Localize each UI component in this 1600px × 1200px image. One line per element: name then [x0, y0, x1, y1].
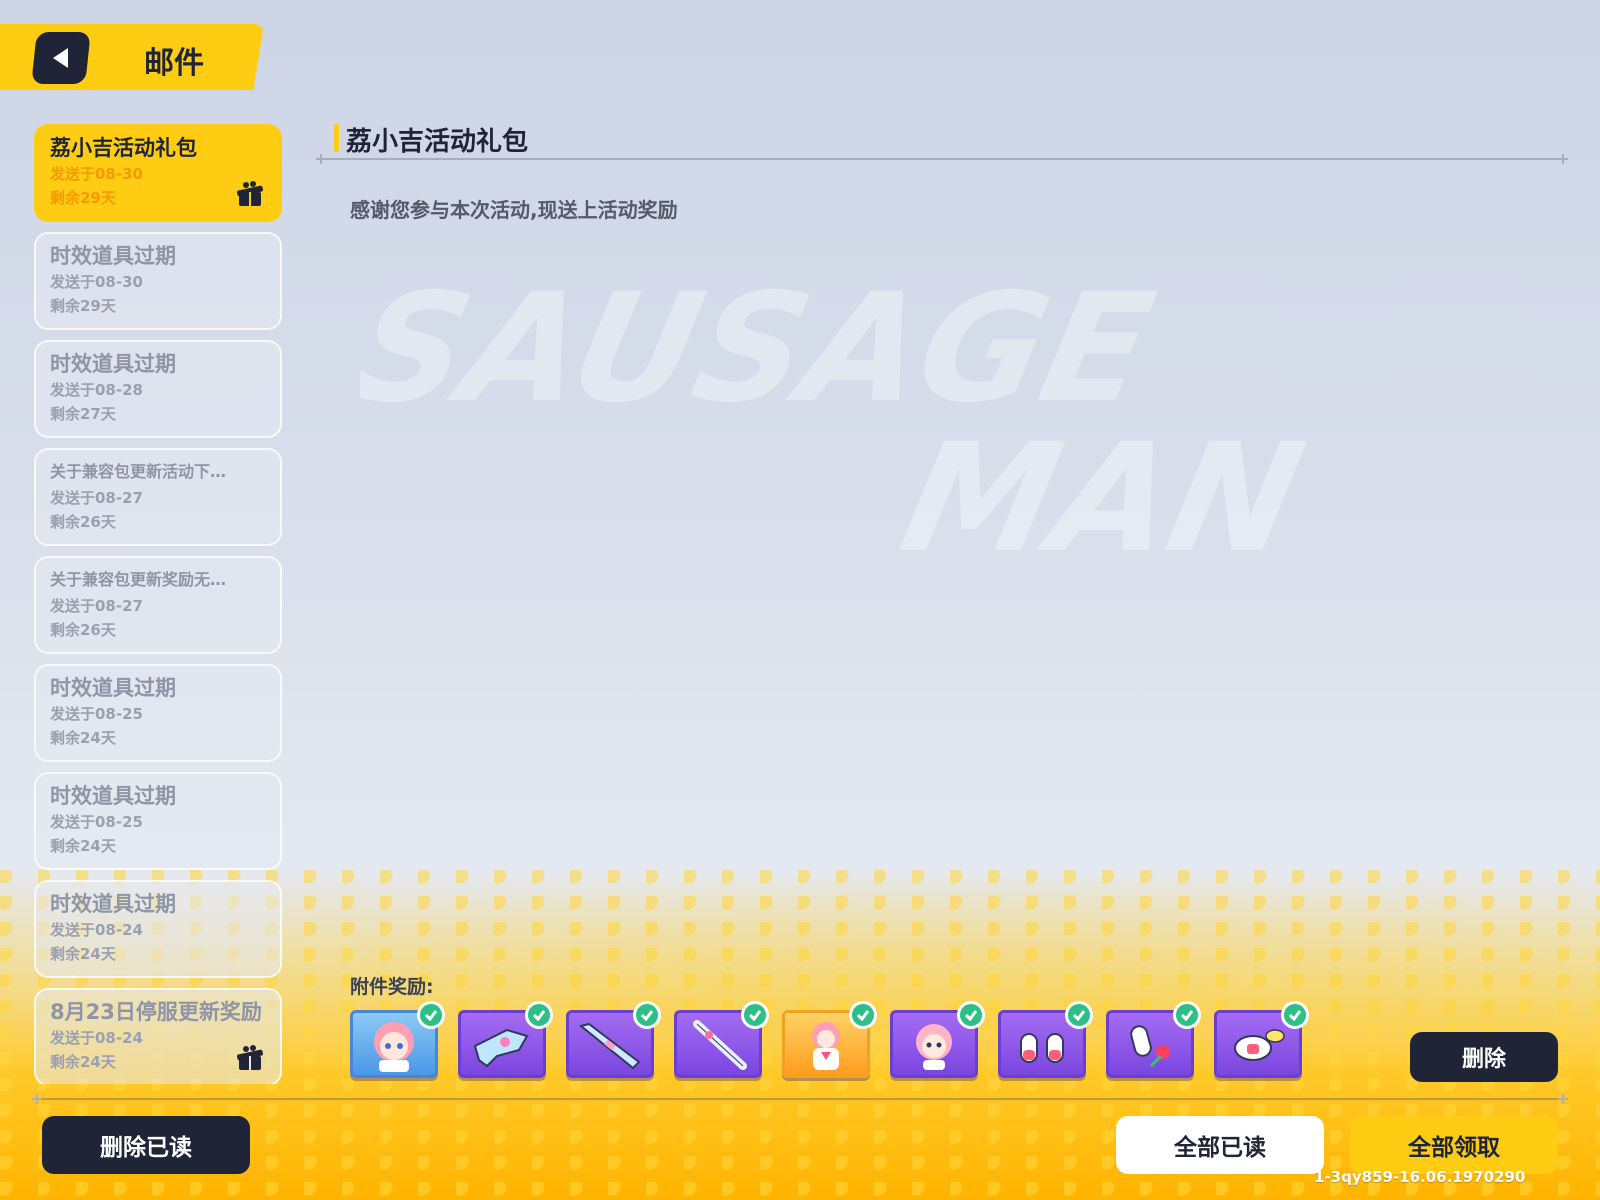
- mail-list[interactable]: 荔小吉活动礼包 发送于08-30 剩余29天 时效道具过期 发送于08-30 剩…: [34, 124, 284, 1084]
- page-title: 邮件: [144, 46, 204, 81]
- back-button[interactable]: [31, 32, 91, 84]
- attachments-label: 附件奖励:: [350, 976, 434, 998]
- mail-item-sent-date: 发送于08-30: [50, 165, 143, 183]
- reward-item[interactable]: [1214, 1001, 1309, 1078]
- mail-item-sent-date: 发送于08-30: [50, 273, 143, 291]
- reward-item[interactable]: [458, 1001, 553, 1078]
- bottom-divider-plus-right: [1558, 1094, 1568, 1104]
- mail-item-sent-date: 发送于08-24: [50, 921, 143, 939]
- baseball-bat-icon: [681, 1017, 755, 1071]
- claimed-check-icon: [957, 1001, 985, 1029]
- claimed-check-icon: [1281, 1001, 1309, 1029]
- rifle-icon: [573, 1017, 647, 1071]
- sausage-rose-icon: [1113, 1017, 1187, 1071]
- character-skin-icon: [789, 1017, 863, 1071]
- emote-sticker-icon: [897, 1017, 971, 1071]
- mail-item-remaining: 剩余26天: [50, 621, 116, 639]
- reward-item[interactable]: [566, 1001, 661, 1078]
- sausage-emote-icon: [1005, 1017, 1079, 1071]
- reward-item[interactable]: [998, 1001, 1093, 1078]
- mail-item-remaining: 剩余24天: [50, 945, 116, 963]
- delete-read-button[interactable]: 删除已读: [42, 1116, 250, 1174]
- mail-item-sent-date: 发送于08-25: [50, 705, 143, 723]
- mail-item[interactable]: 荔小吉活动礼包 发送于08-30 剩余29天: [34, 124, 282, 222]
- mail-item-title: 关于兼容包更新奖励无…: [50, 570, 227, 589]
- reward-item[interactable]: [890, 1001, 985, 1078]
- mail-item-remaining: 剩余24天: [50, 729, 116, 747]
- mail-item[interactable]: 时效道具过期 发送于08-25 剩余24天: [34, 664, 282, 762]
- mail-item-sent-date: 发送于08-25: [50, 813, 143, 831]
- mail-item-sent-date: 发送于08-28: [50, 381, 143, 399]
- character-avatar-icon: [357, 1017, 431, 1072]
- watermark-line-2: MAN: [889, 411, 1317, 586]
- bottom-divider-plus-left: [32, 1094, 42, 1104]
- bottom-divider: [40, 1098, 1564, 1100]
- mail-item-title: 荔小吉活动礼包: [50, 136, 197, 160]
- claim-all-button[interactable]: 全部领取: [1350, 1116, 1558, 1174]
- mail-item-title: 时效道具过期: [50, 784, 176, 808]
- mail-item-title: 关于兼容包更新活动下…: [50, 462, 227, 481]
- reward-item[interactable]: [350, 1001, 445, 1078]
- mail-item[interactable]: 关于兼容包更新活动下… 发送于08-27 剩余26天: [34, 448, 282, 546]
- detail-body-text: 感谢您参与本次活动,现送上活动奖励: [350, 198, 678, 222]
- mail-item[interactable]: 时效道具过期 发送于08-24 剩余24天: [34, 880, 282, 978]
- claimed-check-icon: [849, 1001, 877, 1029]
- mail-item-remaining: 剩余29天: [50, 297, 116, 315]
- claimed-check-icon: [741, 1001, 769, 1029]
- divider-plus-left: [316, 154, 326, 164]
- claimed-check-icon: [1173, 1001, 1201, 1029]
- mail-item-title: 8月23日停服更新奖励: [50, 1000, 262, 1024]
- mail-item[interactable]: 时效道具过期 发送于08-30 剩余29天: [34, 232, 282, 330]
- reward-item[interactable]: [782, 1001, 877, 1078]
- mail-item-title: 时效道具过期: [50, 892, 176, 916]
- mail-item-sent-date: 发送于08-27: [50, 597, 143, 615]
- mail-item-sent-date: 发送于08-24: [50, 1029, 143, 1047]
- mail-item-sent-date: 发送于08-27: [50, 489, 143, 507]
- mail-item[interactable]: 时效道具过期 发送于08-28 剩余27天: [34, 340, 282, 438]
- gift-icon: [237, 181, 263, 206]
- mail-item[interactable]: 时效道具过期 发送于08-25 剩余24天: [34, 772, 282, 870]
- background-logo-watermark: SAUSAGE MAN: [360, 261, 1317, 586]
- mail-item-remaining: 剩余24天: [50, 1053, 116, 1071]
- detail-title: 荔小吉活动礼包: [346, 127, 529, 157]
- watermark-line-1: SAUSAGE: [360, 261, 1167, 436]
- blaster-gun-icon: [465, 1017, 539, 1071]
- mail-item-remaining: 剩余27天: [50, 405, 116, 423]
- claimed-check-icon: [1065, 1001, 1093, 1029]
- mail-item[interactable]: 8月23日停服更新奖励 发送于08-24 剩余24天: [34, 988, 282, 1084]
- mail-item-remaining: 剩余29天: [50, 189, 116, 207]
- back-arrow-icon: [53, 48, 68, 68]
- claimed-check-icon: [633, 1001, 661, 1029]
- mail-item-title: 时效道具过期: [50, 676, 176, 700]
- mail-item[interactable]: 关于兼容包更新奖励无… 发送于08-27 剩余26天: [34, 556, 282, 654]
- mark-all-read-button[interactable]: 全部已读: [1116, 1116, 1324, 1174]
- delete-button[interactable]: 删除: [1410, 1032, 1558, 1082]
- version-label: 1-3qy859-16.06.1970290: [1314, 1168, 1526, 1186]
- mail-item-remaining: 剩余26天: [50, 513, 116, 531]
- claimed-check-icon: [417, 1001, 445, 1029]
- claimed-check-icon: [525, 1001, 553, 1029]
- reward-item[interactable]: [674, 1001, 769, 1078]
- detail-divider: [320, 158, 1564, 160]
- reward-list: [350, 1001, 1350, 1080]
- mail-item-title: 时效道具过期: [50, 244, 176, 268]
- mail-item-remaining: 剩余24天: [50, 837, 116, 855]
- mail-item-title: 时效道具过期: [50, 352, 176, 376]
- reward-item[interactable]: [1106, 1001, 1201, 1078]
- gift-icon: [237, 1045, 263, 1070]
- detail-title-accent: [334, 124, 339, 152]
- sausage-chat-icon: [1221, 1017, 1295, 1071]
- divider-plus-right: [1558, 154, 1568, 164]
